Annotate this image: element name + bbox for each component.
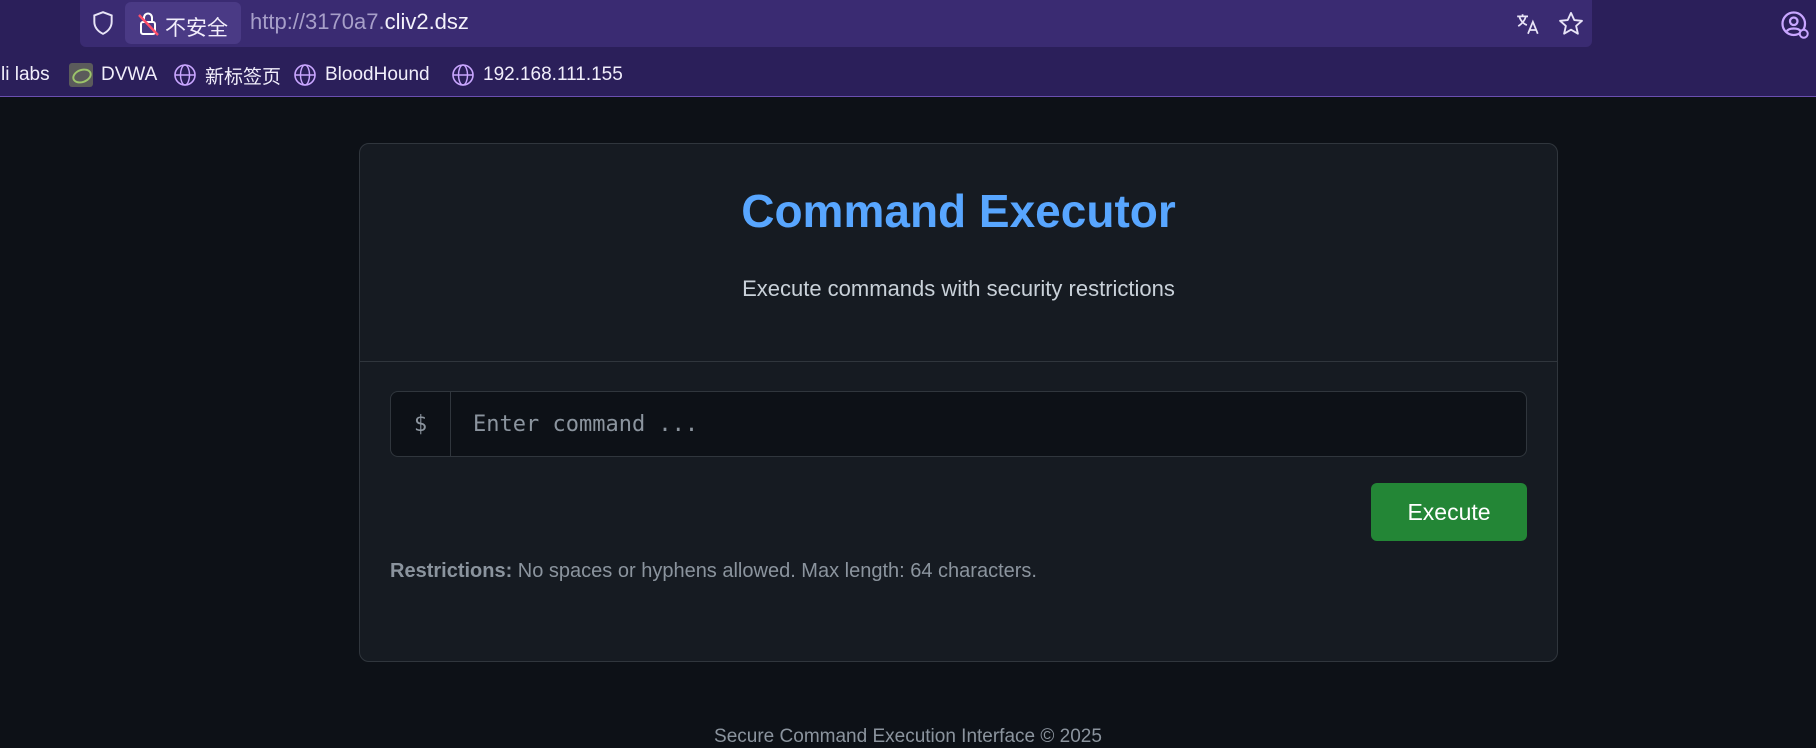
command-executor-card: Command Executor Execute commands with s… [359, 143, 1558, 662]
globe-icon [294, 64, 316, 86]
bookmark-li-labs[interactable]: li labs [1, 62, 50, 88]
dvwa-favicon-icon [69, 63, 93, 87]
restrictions-note: Restrictions: No spaces or hyphens allow… [390, 560, 1037, 583]
security-label: 不安全 [165, 16, 228, 40]
restrictions-label: Restrictions: [390, 560, 513, 582]
bookmark-label: li labs [1, 64, 50, 85]
command-input[interactable] [451, 392, 1521, 456]
translate-icon[interactable] [1515, 11, 1541, 37]
page-title: Command Executor [741, 185, 1176, 237]
bookmarks-bar: li labs DVWA 新标签页 BloodHound 192.168.111… [0, 58, 1816, 92]
url-host: cliv2.dsz [384, 9, 469, 34]
insecure-lock-icon [138, 12, 159, 36]
prompt-symbol: $ [391, 392, 451, 456]
bookmark-new-tab[interactable]: 新标签页 [173, 62, 281, 88]
page-footer: Secure Command Execution Interface © 202… [714, 726, 1102, 747]
globe-icon [174, 64, 196, 86]
bookmark-label: 192.168.111.155 [483, 64, 623, 85]
browser-toolbar: 不安全 http://3170a7.cliv2.dsz li labs DVWA… [0, 0, 1816, 97]
bookmark-label: 新标签页 [205, 66, 282, 88]
bookmark-label: DVWA [101, 64, 158, 85]
security-indicator[interactable]: 不安全 [125, 2, 241, 44]
url-text[interactable]: http://3170a7.cliv2.dsz [250, 9, 469, 35]
globe-icon [452, 64, 474, 86]
card-header: Command Executor Execute commands with s… [360, 144, 1557, 362]
bookmark-bloodhound[interactable]: BloodHound [293, 62, 430, 88]
execute-button[interactable]: Execute [1371, 483, 1527, 541]
command-input-group: $ [390, 391, 1527, 457]
shield-icon[interactable] [90, 10, 116, 36]
bookmark-dvwa[interactable]: DVWA [69, 62, 157, 88]
bookmark-label: BloodHound [325, 64, 430, 85]
restrictions-text: No spaces or hyphens allowed. Max length… [512, 560, 1037, 582]
bookmark-ip-address[interactable]: 192.168.111.155 [451, 62, 623, 88]
star-icon[interactable] [1557, 10, 1585, 38]
url-prefix: http://3170a7. [250, 9, 385, 34]
page-subtitle: Execute commands with security restricti… [742, 276, 1175, 301]
account-icon[interactable] [1780, 10, 1810, 40]
